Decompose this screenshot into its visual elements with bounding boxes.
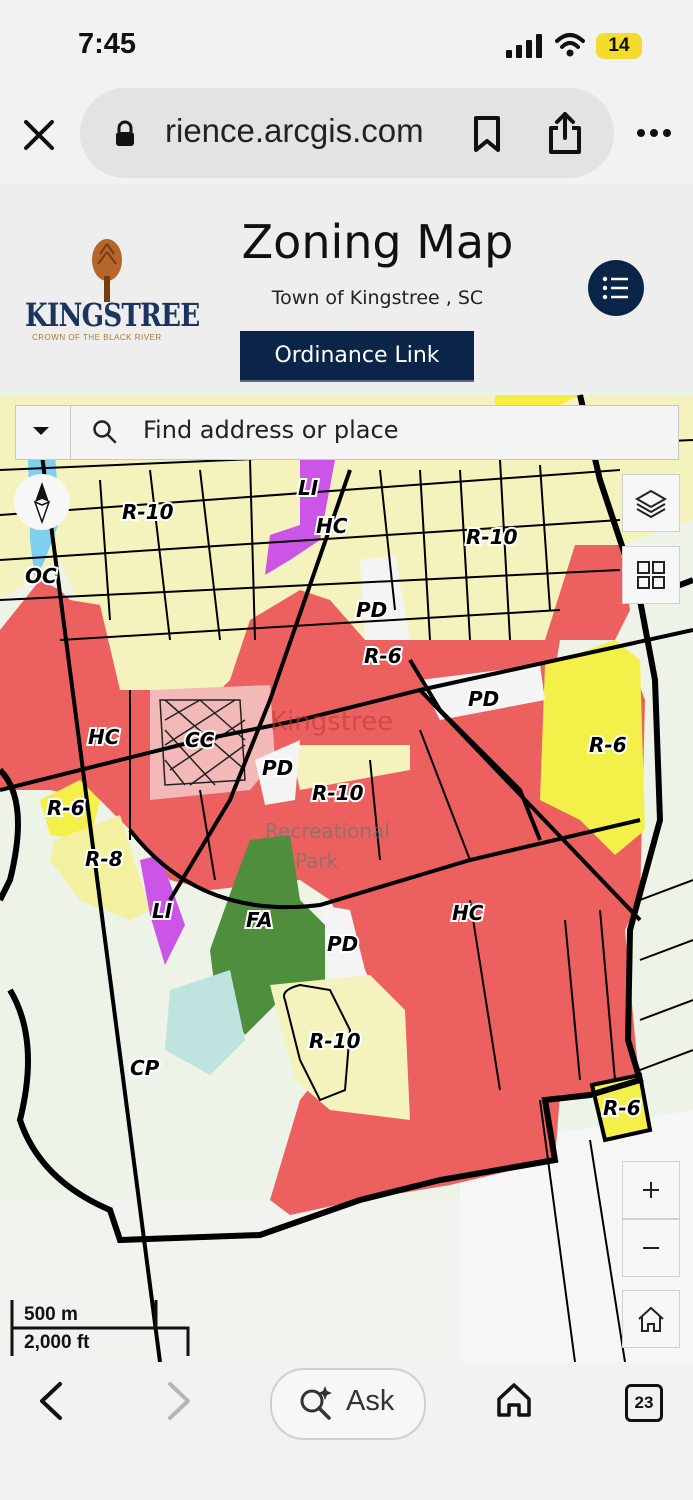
svg-text:Park: Park [295, 849, 339, 873]
map-canvas[interactable]: Kingstree Recreational Park R-10 LI HC R… [0, 391, 693, 1362]
layers-icon [634, 489, 668, 519]
zoom-out-button[interactable] [622, 1219, 680, 1277]
zone-label-r-10: R-10 [309, 1029, 361, 1053]
zone-label-r-10: R-10 [312, 781, 364, 805]
zone-label-oc: OC [25, 564, 57, 588]
back-icon[interactable] [36, 1380, 66, 1422]
zoning-map[interactable]: Kingstree Recreational Park R-10 LI HC R… [0, 391, 693, 1362]
basemap-gallery-button[interactable] [622, 546, 680, 604]
zone-label-pd: PD [327, 932, 358, 956]
search-icon [93, 420, 117, 444]
status-time: 7:45 [78, 28, 137, 60]
signal-icon [506, 34, 542, 58]
lock-icon [116, 120, 134, 146]
search-divider [70, 405, 71, 460]
zone-label-r-8: R-8 [85, 847, 123, 871]
zone-label-fa: FA [246, 908, 273, 932]
zone-label-hc: HC [316, 514, 348, 538]
zone-label-r-10: R-10 [466, 525, 518, 549]
scale-imperial-label: 2,000 ft [24, 1332, 90, 1353]
forward-icon[interactable] [164, 1380, 194, 1422]
basemap-gallery-icon [637, 561, 665, 589]
zone-label-pd: PD [262, 756, 293, 780]
zoom-in-button[interactable] [622, 1161, 680, 1219]
svg-text:Recreational: Recreational [265, 819, 390, 843]
wifi-icon [555, 33, 585, 57]
svg-text:Kingstree: Kingstree [270, 707, 393, 737]
zone-label-hc: HC [452, 901, 484, 925]
zone-label-r-6: R-6 [47, 796, 85, 820]
zone-label-r-6: R-6 [603, 1096, 641, 1120]
ask-label[interactable]: Ask [346, 1385, 394, 1418]
list-icon [602, 276, 628, 300]
battery-indicator: 14 [596, 33, 642, 59]
home-icon[interactable] [495, 1381, 533, 1419]
default-extent-button[interactable] [622, 1290, 680, 1348]
more-options-icon[interactable] [636, 128, 672, 138]
zone-label-hc: HC [88, 725, 120, 749]
zone-label-li: LI [298, 476, 319, 500]
url-text[interactable]: rience.arcgis.com [165, 112, 424, 150]
zone-label-li: LI [152, 899, 173, 923]
menu-button[interactable] [588, 260, 644, 316]
close-icon[interactable] [22, 118, 56, 152]
ordinance-link-button[interactable]: Ordinance Link [240, 331, 474, 382]
scale-metric-label: 500 m [24, 1304, 78, 1325]
logo-tagline: CROWN OF THE BLACK RIVER [32, 333, 162, 342]
ask-sparkle-icon [300, 1386, 332, 1420]
zone-label-r-6: R-6 [364, 644, 402, 668]
zone-label-cc: CC [185, 728, 215, 752]
compass-icon [33, 482, 51, 525]
zone-label-pd: PD [468, 687, 499, 711]
compass-button[interactable] [14, 474, 70, 530]
home-icon [638, 1306, 664, 1332]
search-input[interactable]: Find address or place [143, 416, 398, 444]
layers-button[interactable] [622, 474, 680, 532]
zone-label-r-10: R-10 [122, 500, 174, 524]
plus-icon [643, 1182, 659, 1198]
bookmark-icon[interactable] [472, 115, 502, 153]
share-icon[interactable] [546, 110, 584, 156]
chevron-down-icon[interactable] [30, 424, 52, 438]
zone-label-cp: CP [130, 1056, 160, 1080]
tabs-button[interactable]: 23 [625, 1384, 663, 1422]
zone-label-r-6: R-6 [589, 733, 627, 757]
minus-icon [643, 1247, 659, 1249]
zone-label-pd: PD [356, 598, 387, 622]
